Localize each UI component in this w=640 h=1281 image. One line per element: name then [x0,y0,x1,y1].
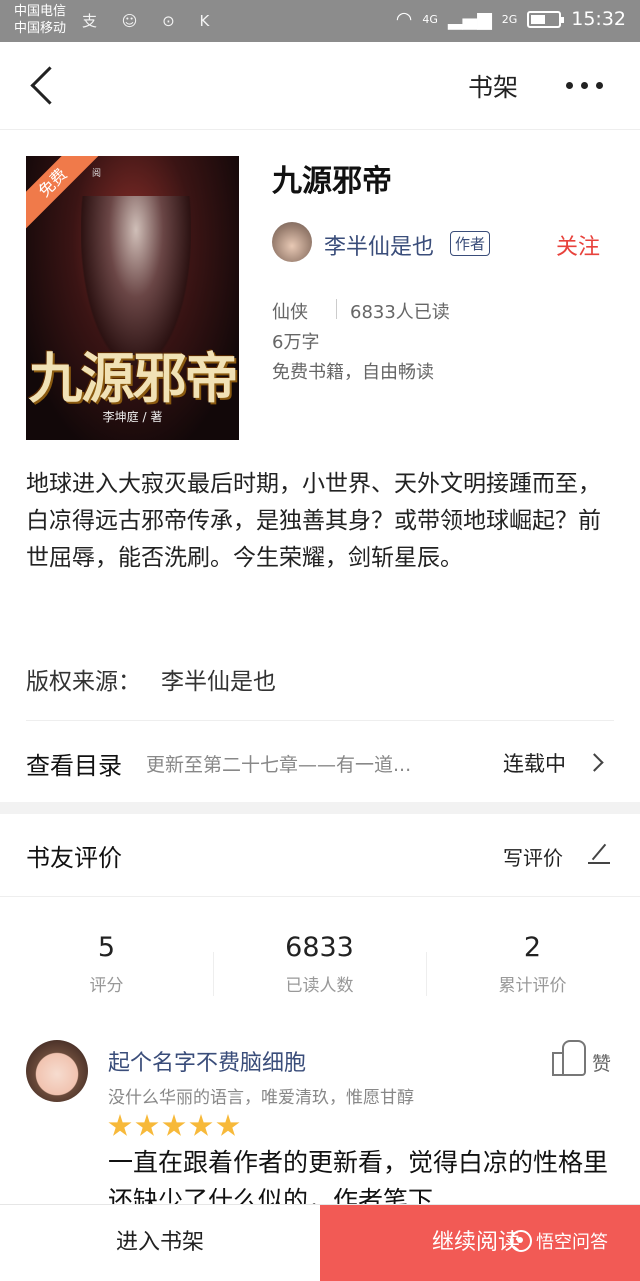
bookshelf-link[interactable]: 书架 [468,68,518,104]
battery-icon [527,10,565,28]
star-icon [216,1114,240,1136]
follow-button[interactable]: 关注 [556,229,600,261]
more-menu-button[interactable] [560,70,610,100]
clock: 15:32 [571,8,626,30]
more-dot-icon [581,82,588,89]
star-icon [162,1114,186,1136]
divider [0,896,640,897]
serial-status: 连载中 [503,752,566,776]
meta-divider [336,299,337,319]
book-title: 九源邪帝 [272,164,392,199]
stat-value: 2 [523,932,542,963]
toc-label[interactable]: 查看目录 [26,746,122,781]
copyright-value: 李半仙是也 [161,669,276,695]
back-button[interactable] [26,66,66,106]
reviewer-avatar[interactable] [26,1040,88,1102]
notification-icons: 支 ☺ ⊙ K [82,12,220,30]
star-icon [108,1114,132,1136]
reviewer-bio: 没什么华丽的语言，唯爱清玖，惟愿甘醇 [108,1088,414,1108]
status-bar: 中国电信 中国移动 支 ☺ ⊙ K ◠ 4G ▂▄▆ 2G 15:32 [0,0,640,42]
word-count: 6万字 [272,332,320,353]
chevron-right-icon[interactable] [588,752,606,770]
more-dot-icon [596,82,603,89]
copyright-label: 版权来源： [26,669,141,695]
book-description: 地球进入大寂灭最后时期，小世界、天外文明接踵而至，白凉得远古邪帝传承，是独善其身… [26,471,601,571]
carrier-2: 中国移动 [14,21,67,36]
carrier-info: 中国电信 中国移动 [14,3,66,37]
like-label[interactable]: 赞 [592,1049,611,1076]
carrier-1: 中国电信 [14,4,67,19]
cover-title: 九源邪帝 [28,346,239,410]
author-name[interactable]: 李半仙是也 [324,229,434,261]
status-right: ◠ 4G ▂▄▆ 2G 15:32 [396,8,626,30]
wukong-logo-icon [510,1230,532,1252]
stat-value: 6833 [285,932,354,963]
reviewer-name[interactable]: 起个名字不费脑细胞 [108,1045,306,1077]
reviews-title: 书友评价 [26,844,122,872]
nav-bar: 书架 [0,42,640,130]
watermark: 悟空问答 [510,1228,608,1254]
stat-rating: 5 评分 [0,932,213,996]
stat-label: 累计评价 [498,976,567,996]
free-note: 免费书籍，自由畅读 [272,362,434,383]
thumbs-up-icon[interactable] [552,1040,586,1076]
stat-readers: 6833 已读人数 [213,932,426,996]
star-icon [189,1114,213,1136]
copyright-line: 版权来源： 李半仙是也 [26,662,276,696]
book-genre: 仙侠 [272,302,308,323]
signal-icon: ▂▄▆ [447,8,492,30]
book-cover[interactable]: 阅 九源邪帝 李坤庭 / 著 免费 [26,156,239,440]
pencil-icon[interactable] [588,840,612,866]
author-avatar[interactable] [272,222,312,262]
network-1-label: 4G [422,12,438,26]
wifi-icon: ◠ [395,8,413,30]
stat-label: 已读人数 [285,976,354,996]
rating-stars [108,1114,240,1138]
add-to-shelf-button[interactable]: 进入书架 [0,1205,320,1281]
stat-value: 5 [97,932,116,963]
stat-label: 评分 [89,976,124,996]
more-dot-icon [566,82,573,89]
reader-count: 6833人已读 [350,302,450,323]
cover-publisher: 阅 [92,169,102,179]
latest-chapter[interactable]: 更新至第二十七章——有一道... [146,750,466,777]
cover-author: 李坤庭 / 著 [102,410,163,424]
write-review-button[interactable]: 写评价 [503,842,563,871]
stat-review-count: 2 累计评价 [426,932,639,996]
divider [26,720,614,721]
section-gap [0,802,640,814]
author-tag: 作者 [450,231,491,256]
watermark-text: 悟空问答 [536,1232,608,1253]
star-icon [135,1114,159,1136]
network-2-label: 2G [501,12,518,26]
